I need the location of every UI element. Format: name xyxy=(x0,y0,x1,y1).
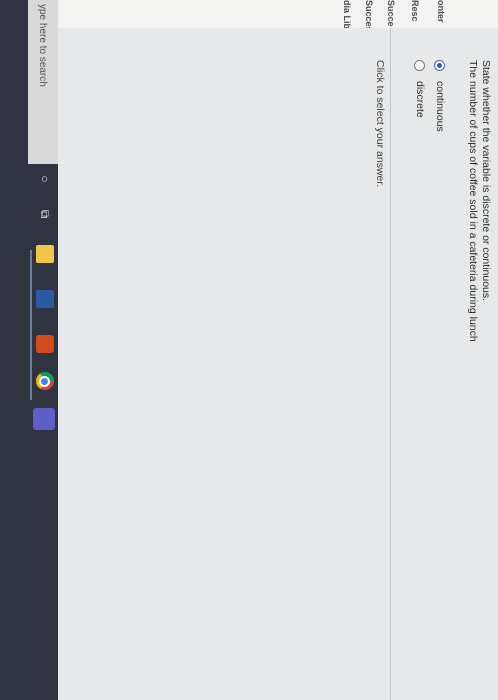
active-app-indicator xyxy=(30,250,32,400)
option-discrete[interactable]: discrete xyxy=(412,60,428,118)
rotated-screen: onter Resc Succe Succes dia Lib State wh… xyxy=(0,0,498,700)
office-icon[interactable] xyxy=(36,335,54,353)
search-box[interactable]: ype here to search xyxy=(28,0,58,164)
taskbar: ype here to search ○ ⧉ xyxy=(0,0,58,700)
radio-unselected-icon[interactable] xyxy=(414,60,426,71)
question-panel: State whether the variable is discrete o… xyxy=(58,28,498,700)
question-line-1: State whether the variable is discrete o… xyxy=(480,60,492,302)
question-text: State whether the variable is discrete o… xyxy=(466,60,492,680)
task-view-icon[interactable]: ⧉ xyxy=(36,205,54,223)
left-navigation: onter Resc Succe Succes dia Lib xyxy=(58,0,498,32)
radio-selected-icon[interactable] xyxy=(434,60,446,71)
option-label: continuous xyxy=(434,81,446,132)
file-explorer-icon[interactable] xyxy=(36,245,54,263)
chrome-icon[interactable] xyxy=(36,372,54,390)
teams-icon[interactable] xyxy=(33,408,55,430)
store-icon[interactable] xyxy=(36,290,54,308)
divider xyxy=(390,28,391,700)
cortana-icon[interactable]: ○ xyxy=(36,170,54,188)
answer-hint: Click to select your answer. xyxy=(374,60,386,188)
question-line-2: The number of cups of coffee sold in a c… xyxy=(467,60,479,342)
search-placeholder: ype here to search xyxy=(37,4,49,87)
option-continuous[interactable]: continuous xyxy=(432,60,448,132)
option-label: discrete xyxy=(414,81,426,118)
